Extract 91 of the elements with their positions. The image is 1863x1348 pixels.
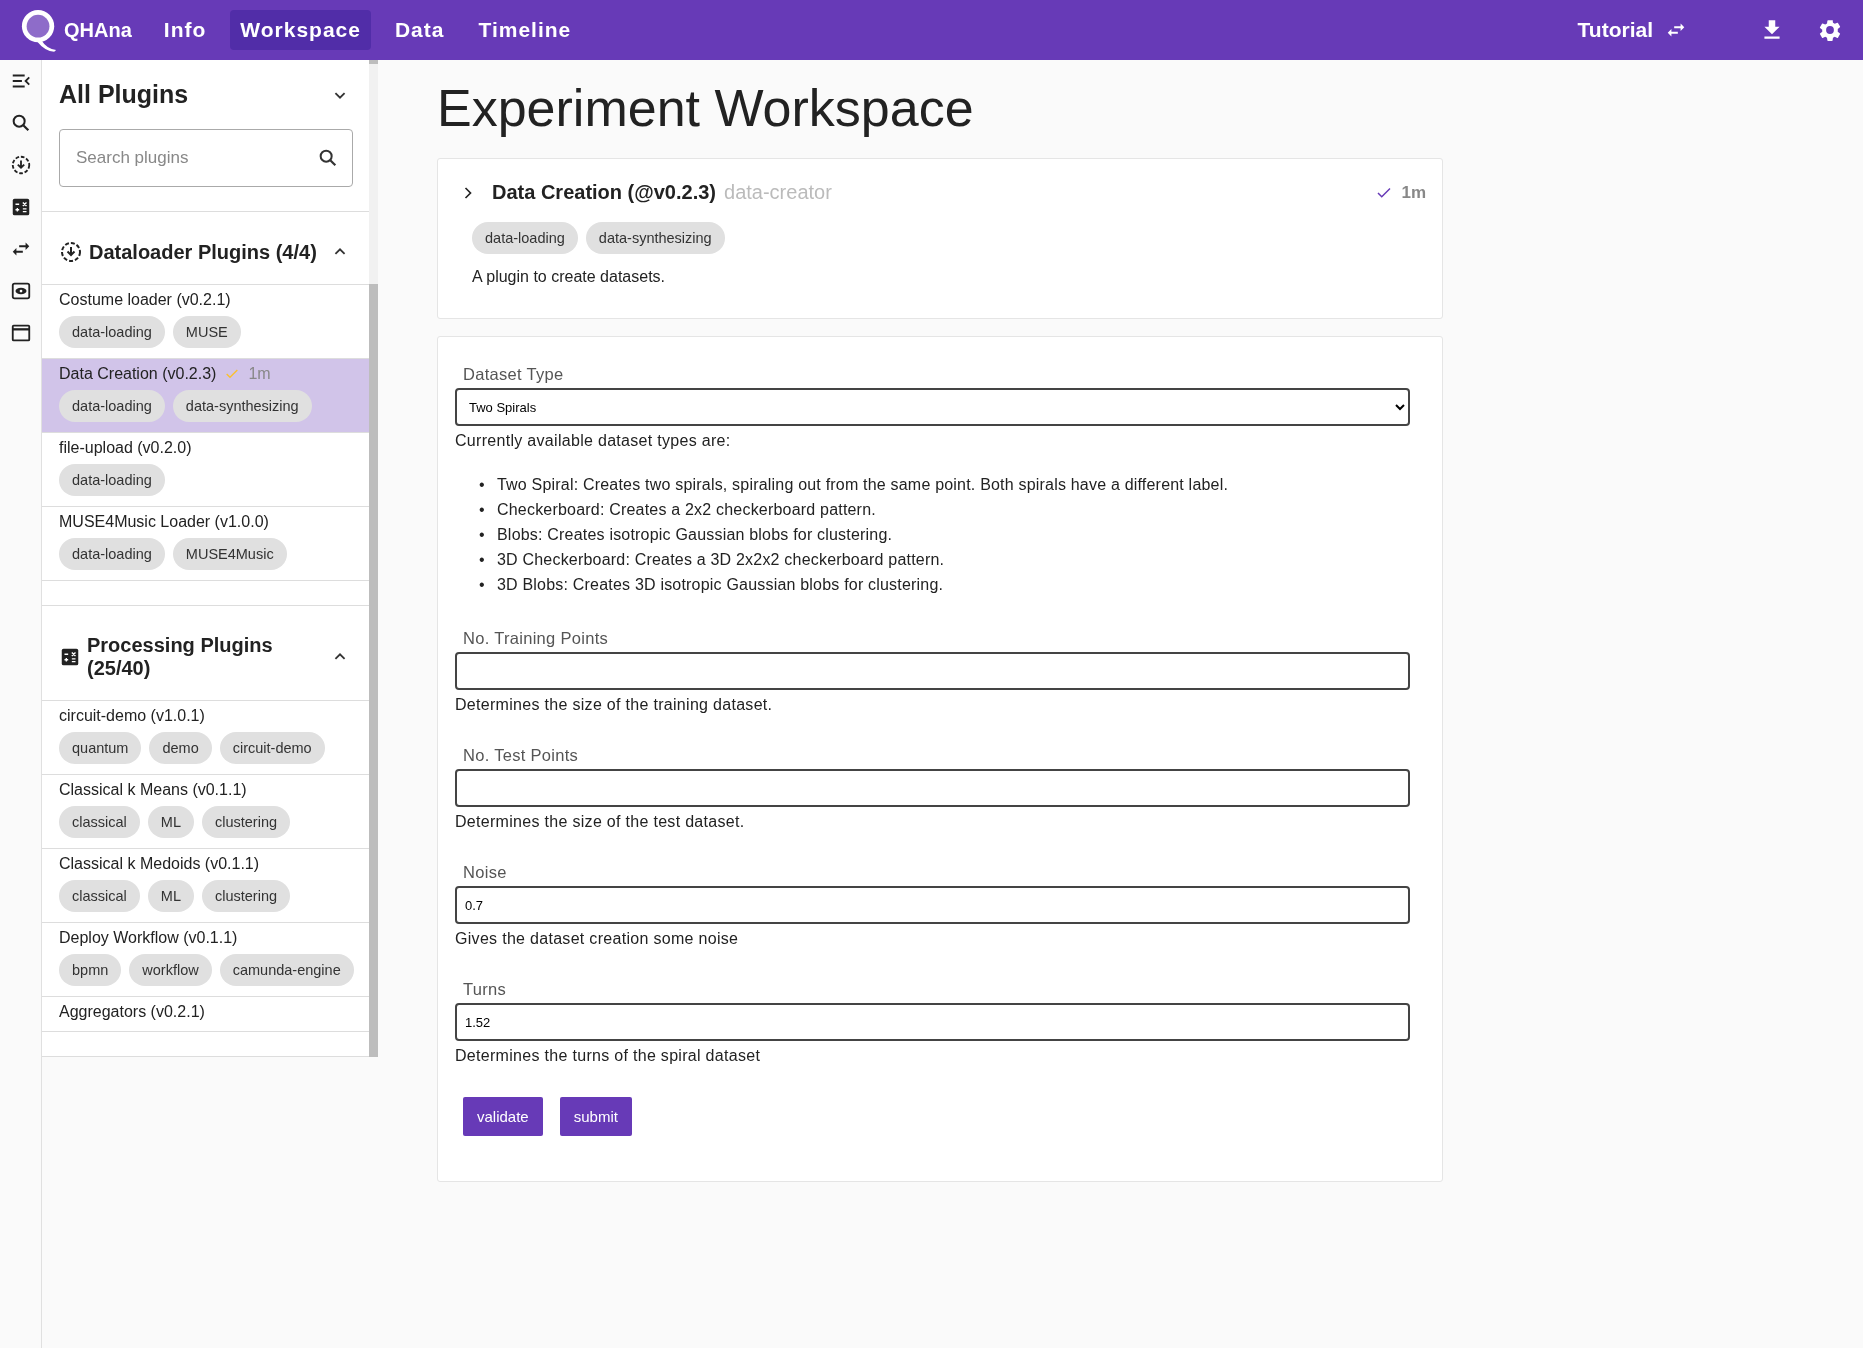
plugin-title: Data Creation (@v0.2.3) <box>492 181 716 204</box>
list-item: 3D Checkerboard: Creates a 3D 2x2x2 checkerboard pattern. <box>497 550 945 570</box>
nav-tab[interactable]: Timeline <box>468 10 582 50</box>
input-field[interactable]: 1.52 <box>455 1003 1410 1041</box>
tag-chip: data-loading <box>59 316 165 348</box>
tag-chip: quantum <box>59 732 142 764</box>
tag-chip: circuit-demo <box>219 732 325 764</box>
list-item: Two Spiral: Creates two spirals, spiraling out from the same point. Both spirals have a different label. <box>497 475 1229 495</box>
scrollbar[interactable] <box>369 60 378 1057</box>
field-label: Noise <box>463 863 508 882</box>
tag-chip: demo <box>149 732 212 764</box>
page-title: Experiment Workspace <box>437 78 975 138</box>
input-field[interactable] <box>455 769 1410 807</box>
tag-chip: classical <box>59 880 140 912</box>
form-button[interactable]: validate <box>463 1097 543 1136</box>
field-help: Determines the size of the test dataset. <box>455 813 746 831</box>
field-label: Turns <box>463 980 508 999</box>
tag-chip: ML <box>147 806 194 838</box>
download-circle-icon[interactable] <box>9 154 32 176</box>
plugin-description: A plugin to create datasets. <box>472 268 666 286</box>
search-icon[interactable] <box>317 147 339 169</box>
sidebar-title: All Plugins <box>59 80 189 109</box>
plugin-status: 1m <box>248 365 271 383</box>
window-icon[interactable] <box>9 322 32 344</box>
tag-chip: data-loading <box>59 390 165 422</box>
plugin-item[interactable]: Classical k Means (v0.1.1) classical ML clustering <box>42 775 369 849</box>
bullet-marker: • <box>479 550 486 570</box>
field-label: No. Training Points <box>463 629 610 648</box>
plugin-item[interactable]: circuit-demo (v1.0.1) quantum demo circuit-demo <box>42 701 369 775</box>
logo-icon[interactable] <box>20 7 58 53</box>
plugin-item[interactable]: Deploy Workflow (v0.1.1) bpmn workflow camunda-engine <box>42 923 369 997</box>
tag-chip: data-loading <box>472 222 578 254</box>
plugin-item[interactable]: Data Creation (v0.2.3) 1m data-loading data-synthesizing <box>42 359 369 433</box>
search-field[interactable]: Search plugins <box>59 129 353 187</box>
plugin-item[interactable]: MUSE4Music Loader (v1.0.0) data-loading MUSE4Music <box>42 507 369 581</box>
plugin-name: MUSE4Music Loader (v1.0.0) <box>59 513 269 531</box>
bullet-marker: • <box>479 500 486 520</box>
bullet-marker: • <box>479 475 486 495</box>
field-help: Determines the turns of the spiral dataset <box>455 1047 762 1065</box>
tag-chip: bpmn <box>59 954 122 986</box>
tag-chip: data-loading <box>59 538 165 570</box>
tag-chip: ML <box>147 880 194 912</box>
dataset-type-select[interactable]: Two Spirals <box>455 388 1410 426</box>
input-field[interactable]: 0.7 <box>455 886 1410 924</box>
plugin-name: Data Creation (v0.2.3) <box>59 365 217 383</box>
group-title: Dataloader Plugins (4/4) <box>89 240 318 264</box>
list-item: 3D Blobs: Creates 3D isotropic Gaussian blobs for clustering. <box>497 575 944 595</box>
form-button[interactable]: submit <box>559 1097 632 1136</box>
plugin-name: Classical k Medoids (v0.1.1) <box>59 855 260 873</box>
field-help: Determines the size of the training dataset. <box>455 696 774 714</box>
settings-icon[interactable] <box>1817 17 1843 43</box>
nav-tab[interactable]: Data <box>384 10 455 50</box>
tag-chip: MUSE4Music <box>172 538 287 570</box>
nav-tab[interactable]: Info <box>153 10 217 50</box>
plugin-status: 1m <box>1401 182 1426 203</box>
tag-chip: data-synthesizing <box>585 222 725 254</box>
plugin-name: file-upload (v0.2.0) <box>59 439 192 457</box>
field-label: Dataset Type <box>463 365 565 384</box>
bullet-marker: • <box>479 575 486 595</box>
tag-chip: data-loading <box>59 464 165 496</box>
eye-icon[interactable] <box>9 280 32 302</box>
plugin-identifier: data-creator <box>724 181 832 204</box>
tag-chip: classical <box>59 806 140 838</box>
plugin-name: circuit-demo (v1.0.1) <box>59 707 205 725</box>
nav-tab[interactable]: Workspace <box>230 10 371 50</box>
plugin-item[interactable]: file-upload (v0.2.0) data-loading <box>42 433 369 507</box>
plugin-name: Costume loader (v0.2.1) <box>59 291 231 309</box>
plugin-name: Classical k Means (v0.1.1) <box>59 781 247 799</box>
app-name-link[interactable]: QHAna <box>64 18 132 42</box>
plugin-item[interactable]: Classical k Medoids (v0.1.1) classical ML clustering <box>42 849 369 923</box>
list-item: Checkerboard: Creates a 2x2 checkerboard pattern. <box>497 500 876 520</box>
tag-chip: clustering <box>201 806 290 838</box>
plugin-name: Aggregators (v0.2.1) <box>59 1003 205 1021</box>
tag-chip: workflow <box>129 954 212 986</box>
plugin-item[interactable]: Costume loader (v0.2.1) data-loading MUSE <box>42 285 369 359</box>
bullet-marker: • <box>479 525 486 545</box>
list-item: Blobs: Creates isotropic Gaussian blobs for clustering. <box>497 525 893 545</box>
plugin-name: Deploy Workflow (v0.1.1) <box>59 929 238 947</box>
tag-chip: camunda-engine <box>219 954 354 986</box>
tutorial-button[interactable]: Tutorial <box>1577 18 1687 42</box>
group-title: Processing Plugins (25/40) <box>87 634 274 680</box>
input-field[interactable] <box>455 652 1410 690</box>
tag-chip: MUSE <box>172 316 241 348</box>
tag-chip: clustering <box>201 880 290 912</box>
download-circle-icon <box>59 240 83 264</box>
field-label: No. Test Points <box>463 746 580 765</box>
plugin-item[interactable]: Aggregators (v0.2.1) <box>42 997 369 1032</box>
field-help: Gives the dataset creation some noise <box>455 930 740 948</box>
calculator-icon <box>59 646 81 668</box>
field-help: Currently available dataset types are: <box>455 432 732 450</box>
tag-chip: data-synthesizing <box>172 390 312 422</box>
